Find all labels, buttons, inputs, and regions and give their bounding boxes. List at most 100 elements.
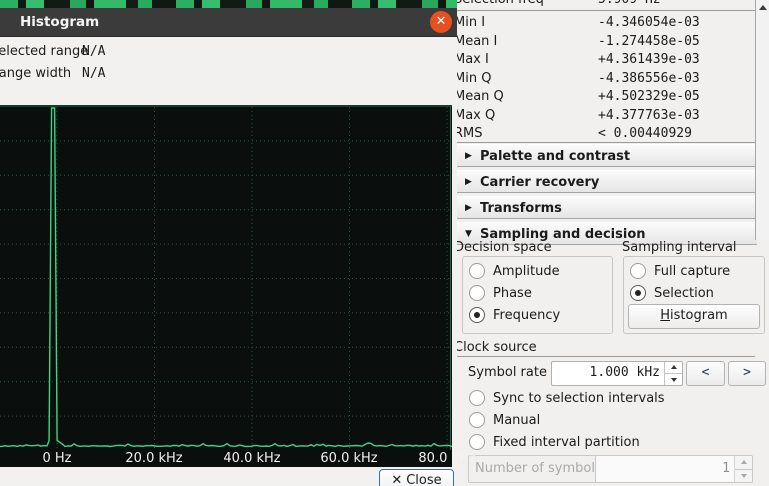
step-down-label: <	[702, 365, 710, 380]
radio-circle-icon[interactable]	[469, 390, 485, 406]
radio-circle-icon[interactable]	[469, 285, 485, 301]
radio-label: Manual	[493, 413, 540, 428]
range-width-row: Range width N/A	[0, 66, 300, 83]
symbol-rate-value: 1.000 kHz	[590, 365, 660, 380]
dialog-titlebar[interactable]: Histogram ✕	[0, 8, 457, 37]
radio-fixed-interval-partition[interactable]: Fixed interval partition	[469, 434, 640, 450]
stat-value: < 0.00440929	[598, 126, 692, 141]
step-up-label: >	[743, 365, 751, 380]
close-button[interactable]: ✕Close	[379, 469, 454, 486]
sampling-interval-label: Sampling interval	[622, 240, 737, 255]
spinner-up-icon[interactable]	[665, 362, 682, 373]
stats-list: Min I -4.346054e-03 Mean I -1.274458e-05…	[457, 13, 755, 143]
stat-label: Min I	[457, 15, 485, 30]
radio-circle-checked-icon[interactable]	[469, 307, 485, 323]
settings-panel: Selection freq 5.909 Hz Min I -4.346054e…	[457, 0, 769, 486]
x-tick-label: 80.0 kHz	[418, 451, 475, 466]
symbol-rate-label: Symbol rate	[468, 365, 547, 380]
stat-row-mean-i: Mean I -1.274458e-05	[457, 32, 755, 51]
stat-label: Max Q	[457, 108, 495, 123]
radio-phase[interactable]: Phase	[469, 285, 532, 301]
x-tick-label: 20.0 kHz	[125, 451, 182, 466]
section-transforms[interactable]: ▶ Transforms	[457, 196, 757, 219]
section-title: Carrier recovery	[480, 175, 599, 190]
stat-row-min-q: Min Q -4.386556e-03	[457, 69, 755, 88]
symbol-rate-step-up-button[interactable]: >	[728, 361, 766, 386]
section-title: Palette and contrast	[480, 149, 630, 164]
selected-range-value: N/A	[82, 44, 105, 59]
number-of-symbols-label-box: Number of symbols	[468, 455, 601, 483]
selection-freq-value: 5.909 Hz	[598, 0, 661, 7]
stat-row-min-i: Min I -4.346054e-03	[457, 13, 755, 32]
selected-range-row: Selected range N/A	[0, 44, 300, 61]
sampling-interval-group: Full capture Selection Histogram	[623, 256, 765, 334]
radio-sync-to-selection-intervals[interactable]: Sync to selection intervals	[469, 390, 665, 406]
radio-label: Selection	[654, 286, 714, 301]
number-of-symbols-label: Number of symbols	[475, 461, 601, 476]
close-button-x-icon: ✕	[391, 473, 402, 486]
spinner-down-icon[interactable]	[735, 469, 752, 483]
spinner-down-icon[interactable]	[665, 373, 682, 385]
decision-space-group: Amplitude Phase Frequency	[462, 256, 613, 334]
radio-amplitude[interactable]: Amplitude	[469, 263, 560, 279]
stat-label: Mean Q	[457, 89, 504, 104]
stat-row-max-q: Max Q +4.377763e-03	[457, 106, 755, 125]
radio-frequency[interactable]: Frequency	[469, 307, 560, 323]
selected-range-label: Selected range	[0, 44, 88, 59]
separator	[457, 10, 755, 11]
histogram-plot[interactable]: 0 Hz 20.0 kHz 40.0 kHz 60.0 kHz 80.0 kHz	[0, 105, 452, 467]
x-tick-label: 60.0 kHz	[320, 451, 377, 466]
radio-circle-icon[interactable]	[469, 263, 485, 279]
radio-circle-icon[interactable]	[630, 263, 646, 279]
decision-space-label: Decision space	[457, 240, 552, 255]
radio-label: Fixed interval partition	[493, 435, 640, 450]
window-close-icon[interactable]: ✕	[430, 11, 452, 33]
range-width-label: Range width	[0, 66, 71, 81]
stat-label: Max I	[457, 52, 489, 67]
number-of-symbols-spinbox[interactable]: 1	[595, 455, 753, 483]
collapsed-arrow-icon: ▶	[465, 151, 480, 161]
section-headers: ▶ Palette and contrast ▶ Carrier recover…	[457, 144, 757, 248]
stat-value: -1.274458e-05	[598, 34, 700, 49]
selection-freq-row: Selection freq 5.909 Hz	[457, 0, 755, 10]
x-tick-label: 0 Hz	[42, 451, 71, 466]
separator	[457, 142, 755, 143]
separator	[457, 356, 755, 357]
section-title: Transforms	[480, 201, 562, 216]
stat-value: -4.346054e-03	[598, 15, 700, 30]
histogram-button-label: Histogram	[660, 308, 727, 323]
radio-circle-checked-icon[interactable]	[630, 285, 646, 301]
stat-row-max-i: Max I +4.361439e-03	[457, 50, 755, 69]
x-tick-label: 40.0 kHz	[223, 451, 280, 466]
scroll-up-icon[interactable]	[759, 1, 767, 10]
symbol-rate-step-down-button[interactable]: <	[686, 361, 725, 386]
app-screen: Histogram ✕ Selected range N/A Range wid…	[0, 0, 769, 486]
spinner-up-icon[interactable]	[735, 456, 752, 469]
number-of-symbols-value: 1	[722, 461, 730, 476]
radio-label: Amplitude	[493, 264, 560, 279]
stat-label: Min Q	[457, 71, 491, 86]
symbol-rate-spinbox[interactable]: 1.000 kHz	[551, 361, 683, 386]
panel-scrollbar[interactable]	[755, 0, 769, 240]
stat-value: -4.386556e-03	[598, 71, 700, 86]
radio-circle-icon[interactable]	[469, 434, 485, 450]
background-spectrogram-strip	[0, 0, 457, 8]
histogram-plot-canvas[interactable]	[0, 105, 452, 450]
radio-label: Full capture	[654, 264, 730, 279]
stat-label: RMS	[457, 126, 483, 141]
radio-selection[interactable]: Selection	[630, 285, 714, 301]
radio-circle-icon[interactable]	[469, 412, 485, 428]
section-carrier-recovery[interactable]: ▶ Carrier recovery	[457, 170, 757, 193]
radio-full-capture[interactable]: Full capture	[630, 263, 730, 279]
symbol-rate-spinner	[664, 362, 682, 385]
radio-manual[interactable]: Manual	[469, 412, 540, 428]
clock-source-label: Clock source	[457, 340, 537, 355]
histogram-button[interactable]: Histogram	[628, 304, 760, 329]
close-x-glyph: ✕	[436, 14, 447, 29]
stat-value: +4.361439e-03	[598, 52, 700, 67]
radio-label: Frequency	[493, 308, 560, 323]
section-palette-and-contrast[interactable]: ▶ Palette and contrast	[457, 144, 757, 167]
stat-row-mean-q: Mean Q +4.502329e-05	[457, 87, 755, 106]
stat-label: Mean I	[457, 34, 497, 49]
stat-value: +4.377763e-03	[598, 108, 700, 123]
